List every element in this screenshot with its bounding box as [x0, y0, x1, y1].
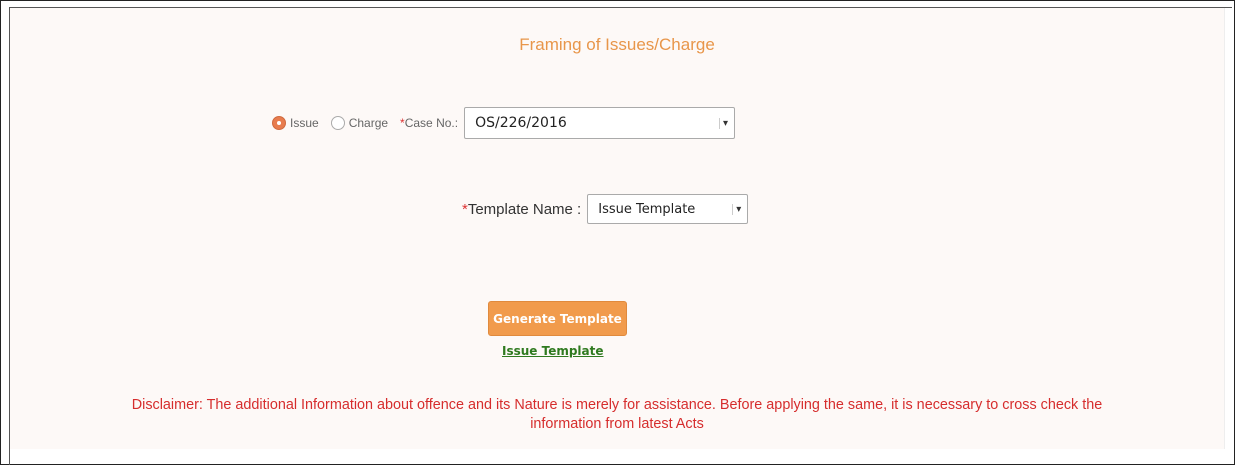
case-no-value: OS/226/2016 [475, 115, 567, 131]
radio-issue[interactable] [272, 116, 286, 130]
template-name-select[interactable]: Issue Template ▾ [587, 194, 749, 224]
window-frame: Framing of Issues/Charge Issue Charge * … [0, 0, 1235, 465]
template-row: * Template Name : Issue Template ▾ [462, 194, 749, 224]
radio-charge[interactable] [330, 116, 345, 130]
case-no-select[interactable]: OS/226/2016 ▾ [464, 107, 736, 139]
template-name-value: Issue Template [598, 201, 696, 217]
generate-template-button[interactable]: Generate Template [488, 301, 627, 336]
dropdown-arrow-icon: ▾ [719, 117, 728, 129]
issues-panel: Framing of Issues/Charge Issue Charge * … [10, 8, 1225, 449]
case-row: Issue Charge * Case No.: OS/226/2016 ▾ [272, 107, 736, 139]
disclaimer-line-2: information from latest Acts [530, 416, 704, 432]
dropdown-arrow-icon: ▾ [732, 203, 741, 215]
radio-issue-label[interactable]: Issue [290, 116, 319, 130]
page-title: Framing of Issues/Charge [519, 35, 715, 54]
case-no-label: Case No.: [404, 116, 459, 130]
template-name-label: Template Name : [467, 200, 582, 218]
radio-charge-label[interactable]: Charge [349, 116, 388, 130]
disclaimer-line-1: Disclaimer: The additional Information a… [131, 397, 1103, 413]
disclaimer-text: Disclaimer: The additional Information a… [10, 396, 1224, 434]
issue-template-link[interactable]: Issue Template [502, 344, 604, 358]
